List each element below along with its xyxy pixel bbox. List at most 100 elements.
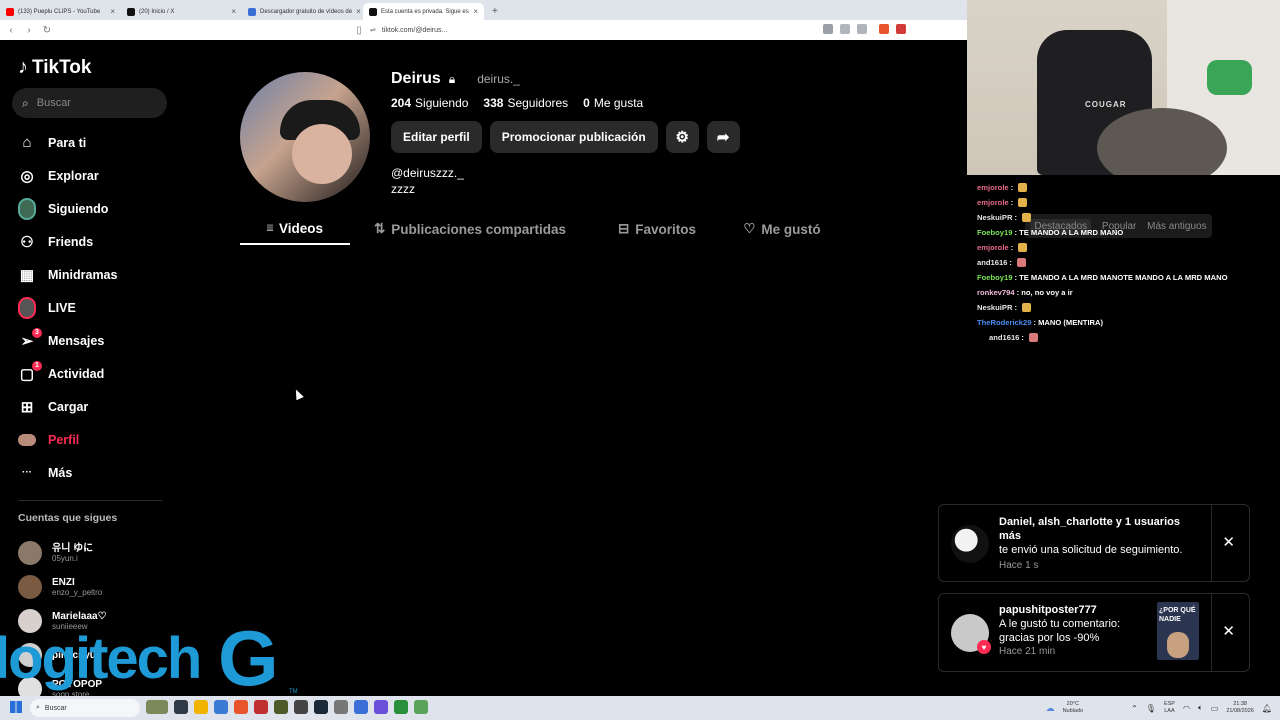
taskbar-search[interactable]: ⌕ Buscar (30, 699, 140, 717)
chat-message: Foeboy19: TE MANDO A LA MRD MANO (977, 225, 1277, 240)
close-icon[interactable]: × (231, 7, 236, 16)
sidebar-item-explorar[interactable]: ◎ Explorar (18, 159, 168, 192)
brave-icon[interactable] (234, 700, 248, 714)
settings-gear-icon[interactable]: ⚙ (665, 121, 699, 153)
share-arrow-icon[interactable]: ➦ (706, 121, 740, 153)
zoom-icon[interactable] (840, 24, 850, 34)
windows-taskbar: ⌕ Buscar ☁ 20°C Nublado ⌃ 🎙︎ ESP LAA ◠ 🔈︎ (0, 696, 1280, 720)
sidebar-item-friends[interactable]: ⚇ Friends (18, 225, 168, 258)
app-icon[interactable] (374, 700, 388, 714)
chat-text: : (1014, 213, 1017, 222)
brave-shield-icon[interactable] (879, 24, 889, 34)
share-icon[interactable] (862, 24, 872, 34)
chevron-up-icon[interactable]: ⌃ (1131, 704, 1138, 713)
back-icon[interactable]: ‹ (6, 25, 16, 36)
chat-text: : no, no voy a ir (1016, 288, 1073, 297)
search-placeholder: Buscar (36, 97, 71, 109)
browser-tab[interactable]: Descargador gratuito de vídeos de × (242, 3, 363, 20)
profile-avatar[interactable] (240, 72, 370, 202)
weather-icon[interactable]: ☁ (1046, 703, 1055, 714)
store-icon[interactable] (214, 700, 228, 714)
warning-icon[interactable] (896, 24, 906, 34)
app-icon[interactable] (274, 700, 288, 714)
stat-following[interactable]: 204 Siguiendo (391, 96, 468, 110)
language-indicator[interactable]: ESP LAA (1164, 701, 1175, 715)
close-icon[interactable]: ✕ (1222, 622, 1235, 640)
battery-icon[interactable]: ▭ (1211, 704, 1219, 713)
app-icon[interactable] (254, 700, 268, 714)
url-field[interactable]: ⇌ tiktok.com/@deirus... (370, 23, 820, 37)
close-icon[interactable]: ✕ (1222, 533, 1235, 551)
browser-tab-active[interactable]: Esta cuenta es privada. Sigue es × (363, 3, 484, 20)
translate-icon[interactable] (823, 24, 833, 34)
tab-videos[interactable]: ⦙⦙⦙ Videos (240, 213, 350, 245)
clock[interactable]: 21:38 21/08/2026 (1226, 701, 1254, 715)
close-icon[interactable]: × (356, 7, 361, 16)
trademark: TM (289, 689, 298, 695)
app-icon[interactable] (294, 700, 308, 714)
tab-title: (133) Pueplu CLIPS - YouTube (18, 8, 101, 15)
logitech-g-logo: G (218, 614, 279, 702)
chat-user: emjorole (977, 183, 1009, 192)
sidebar-item-siguiendo[interactable]: Siguiendo (18, 192, 168, 225)
sidebar-item-minidramas[interactable]: ▦ Minidramas (18, 258, 168, 291)
sidebar-item-perfil[interactable]: Perfil (18, 423, 168, 456)
steam-icon[interactable] (314, 700, 328, 714)
browser-tab[interactable]: (20) Inicio / X × (121, 3, 242, 20)
profile-username: @deiruszzz._ (391, 166, 464, 180)
site-info-icon[interactable]: ⇌ (370, 26, 376, 34)
file-explorer-icon[interactable] (194, 700, 208, 714)
app-icon[interactable] (354, 700, 368, 714)
browser-tab[interactable]: (133) Pueplu CLIPS - YouTube × (0, 3, 121, 20)
sidebar-item-mensajes[interactable]: ➢ 3 Mensajes (18, 324, 168, 357)
app-icon[interactable] (334, 700, 348, 714)
edit-profile-button[interactable]: Editar perfil (391, 121, 482, 153)
windows-start-icon[interactable] (10, 701, 22, 713)
profile-bio: zzzz (391, 182, 415, 196)
follow-request-notification[interactable]: Daniel, alsh_charlotte y 1 usuarios más … (938, 504, 1250, 582)
like-notification[interactable]: ♥ papushitposter777 A le gustó tu coment… (938, 593, 1250, 672)
sidebar-nav: ⌂ Para ti ◎ Explorar Siguiendo ⚇ Friends ▦ M… (18, 126, 168, 489)
notification-bell-icon[interactable]: 🔔︎ (1262, 704, 1272, 713)
sidebar-item-cargar[interactable]: ⊞ Cargar (18, 390, 168, 423)
comment-thumbnail[interactable]: ¿POR QUÉ NADIE (1157, 602, 1199, 660)
tiktok-logo[interactable]: ♪ TikTok (18, 56, 91, 79)
chat-message: NeskuiPR: (977, 210, 1277, 225)
notification-time: Hace 1 s (999, 560, 1039, 571)
tab-reposts[interactable]: ⇅ Publicaciones compartidas (350, 213, 590, 245)
close-icon[interactable]: × (110, 7, 115, 16)
downloader-icon (248, 7, 256, 16)
tab-label: Favoritos (635, 221, 697, 237)
promote-post-button[interactable]: Promocionar publicación (489, 121, 658, 153)
following-account[interactable]: ENZI enzo_y_peltro (18, 570, 168, 604)
forward-icon[interactable]: › (24, 25, 34, 36)
upload-icon: ⊞ (20, 398, 34, 416)
heart-badge-icon: ♥ (977, 640, 991, 654)
search-input[interactable]: ⌕ Buscar (12, 88, 167, 118)
search-icon: ⌕ (22, 95, 29, 110)
weather-widget[interactable]: 20°C Nublado (1063, 701, 1084, 715)
minecraft-icon[interactable] (394, 700, 408, 714)
sidebar-item-mas[interactable]: ··· Más (18, 456, 168, 489)
taskbar-app-icon[interactable] (146, 700, 168, 714)
chat-user: TheRoderick29 (977, 318, 1032, 327)
app-icon[interactable] (414, 700, 428, 714)
task-view-icon[interactable] (174, 700, 188, 714)
sidebar-item-para-ti[interactable]: ⌂ Para ti (18, 126, 168, 159)
chat-text: : TE MANDO A LA MRD MANO (1014, 228, 1124, 237)
sidebar-item-actividad[interactable]: ▢ 1 Actividad (18, 357, 168, 390)
bookmark-icon[interactable]: ▯ (354, 25, 364, 36)
chat-message: emjorole: (977, 180, 1277, 195)
tab-favorites[interactable]: ⊟ Favoritos (590, 213, 724, 245)
close-icon[interactable]: × (473, 7, 478, 16)
sidebar-item-live[interactable]: LIVE (18, 291, 168, 324)
new-tab-button[interactable]: + (484, 3, 506, 20)
following-account[interactable]: 유니 ゆに 05yun.i (18, 536, 168, 570)
profile-tabs: ⦙⦙⦙ Videos ⇅ Publicaciones compartidas ⊟ Fa… (240, 213, 965, 245)
tab-liked[interactable]: ♡ Me gustó (724, 213, 840, 245)
volume-icon[interactable]: 🔈︎ (1198, 703, 1203, 713)
stat-followers[interactable]: 338 Seguidores (483, 96, 568, 110)
microphone-icon[interactable]: 🎙︎ (1146, 704, 1156, 713)
wifi-icon[interactable]: ◠ (1183, 704, 1190, 713)
reload-icon[interactable]: ↻ (42, 25, 52, 36)
